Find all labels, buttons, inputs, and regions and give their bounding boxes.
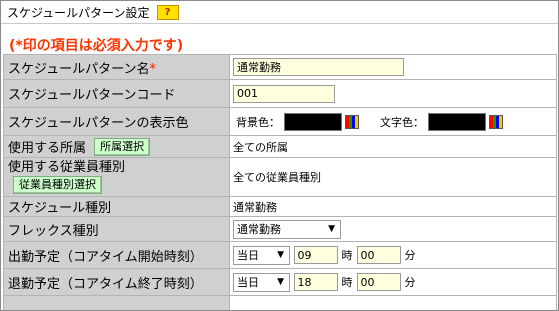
row-flex-type: フレックス種別 通常勤務 ▼ — [3, 216, 557, 242]
bg-color-label: 背景色： — [236, 115, 280, 129]
required-mark: * — [149, 61, 156, 77]
start-day-select[interactable]: 当日 ▼ — [233, 245, 290, 265]
minute-unit-label: 分 — [404, 276, 416, 289]
row-pattern-code: スケジュールパターンコード — [3, 79, 557, 108]
required-note: (*印の項目は必須入力です) — [9, 38, 184, 54]
row-schedule-type: スケジュール種別 通常勤務 — [3, 196, 557, 217]
schedule-type-value: 通常勤務 — [233, 200, 277, 214]
pattern-code-input[interactable] — [233, 84, 335, 103]
chevron-down-icon: ▼ — [277, 249, 284, 260]
hour-unit-label: 時 — [341, 276, 353, 289]
schedule-pattern-panel: スケジュールパターン設定 ? (*印の項目は必須入力です) スケジュールパターン… — [0, 0, 559, 311]
pattern-name-input[interactable] — [233, 58, 404, 76]
end-hour-input[interactable] — [293, 273, 338, 291]
start-time-label: 出勤予定（コアタイム開始時刻） — [8, 249, 203, 265]
department-label: 使用する所属 — [8, 141, 87, 156]
row-cut-off — [3, 295, 557, 310]
hour-unit-label: 時 — [341, 249, 353, 262]
department-value: 全ての所属 — [233, 140, 288, 154]
color-palette-icon[interactable] — [488, 114, 503, 129]
end-time-label: 退勤予定（コアタイム終了時刻） — [8, 276, 203, 292]
display-color-label: スケジュールパターンの表示色 — [8, 116, 189, 131]
select-department-button[interactable]: 所属選択 — [94, 137, 151, 156]
row-start-time: 出勤予定（コアタイム開始時刻） 当日▼ 時 分 — [3, 241, 557, 269]
minute-unit-label: 分 — [404, 249, 416, 262]
pattern-name-label: スケジュールパターン名 — [8, 61, 150, 77]
row-display-color: スケジュールパターンの表示色 背景色： 文字色： — [3, 107, 557, 136]
panel-header: スケジュールパターン設定 ? — [1, 1, 558, 24]
start-minute-input[interactable] — [356, 246, 401, 264]
bg-color-swatch[interactable] — [283, 112, 342, 131]
start-hour-input[interactable] — [293, 246, 338, 264]
page-title: スケジュールパターン設定 — [7, 5, 150, 20]
schedule-pattern-form: スケジュールパターン名* スケジュールパターンコード スケジュールパターンの表示… — [3, 54, 557, 310]
chevron-down-icon: ▼ — [277, 276, 284, 287]
row-department: 使用する所属 所属選択 全ての所属 — [3, 135, 557, 158]
flex-type-select[interactable]: 通常勤務 ▼ — [233, 219, 341, 239]
flex-type-label: フレックス種別 — [8, 223, 99, 239]
row-employee-type: 使用する従業員種別 従業員種別選択 全ての従業員種別 — [3, 157, 557, 197]
schedule-type-label: スケジュール種別 — [8, 201, 112, 216]
help-icon[interactable]: ? — [156, 4, 179, 20]
row-pattern-name: スケジュールパターン名* — [3, 54, 557, 80]
chevron-down-icon: ▼ — [328, 223, 335, 234]
pattern-code-label: スケジュールパターンコード — [8, 88, 176, 103]
employee-type-label: 使用する従業員種別 — [8, 160, 126, 175]
end-day-select[interactable]: 当日 ▼ — [233, 272, 290, 292]
text-color-swatch[interactable] — [427, 112, 486, 131]
select-employee-type-button[interactable]: 従業員種別選択 — [13, 176, 102, 194]
text-color-label: 文字色： — [380, 115, 424, 129]
row-end-time: 退勤予定（コアタイム終了時刻） 当日▼ 時 分 — [3, 268, 557, 296]
end-minute-input[interactable] — [356, 273, 401, 291]
employee-type-value: 全ての従業員種別 — [233, 171, 321, 184]
color-palette-icon[interactable] — [344, 114, 359, 129]
